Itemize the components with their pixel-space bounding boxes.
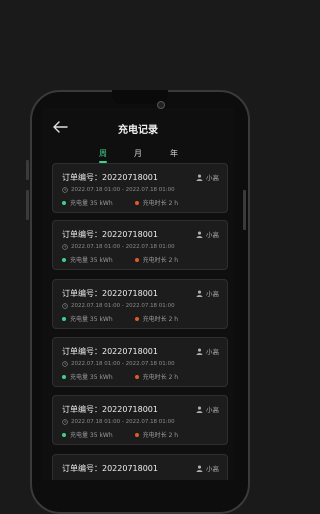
record-user: 小高 xyxy=(196,404,219,414)
user-name: 小高 xyxy=(206,231,219,239)
time-text: 2022.07.18 01:00 - 2022.07.18 01:00 xyxy=(71,303,175,309)
tab-month[interactable]: 月 xyxy=(134,148,142,159)
order-label: 订单编号： xyxy=(62,173,102,182)
duration-dot-icon xyxy=(134,200,139,205)
charge-stats: 充电量 35 kWh 充电时长 2 h xyxy=(62,198,178,207)
user-icon xyxy=(196,231,203,238)
duration-dot-icon xyxy=(134,257,139,262)
time-range: 2022.07.18 01:00 - 2022.07.18 01:00 xyxy=(62,303,175,309)
energy-text: 充电量 35 kWh xyxy=(70,374,113,381)
clock-icon xyxy=(62,361,68,367)
energy-text: 充电量 35 kWh xyxy=(70,316,113,323)
order-number: 订单编号：20220718001 xyxy=(62,404,158,415)
order-number: 订单编号：20220718001 xyxy=(62,172,158,183)
clock-icon xyxy=(62,303,68,309)
record-card[interactable]: 订单编号：20220718001 小高 2022.07.18 01:00 - 2… xyxy=(52,337,228,387)
charge-stats: 充电量 35 kWh 充电时长 2 h xyxy=(62,314,178,323)
time-range: 2022.07.18 01:00 - 2022.07.18 01:00 xyxy=(62,187,175,193)
tab-year[interactable]: 年 xyxy=(170,148,178,159)
user-name: 小高 xyxy=(206,290,219,298)
record-user: 小高 xyxy=(196,463,219,473)
record-user: 小高 xyxy=(196,288,219,298)
order-value: 20220718001 xyxy=(102,464,158,473)
user-name: 小高 xyxy=(206,465,219,473)
energy-dot-icon xyxy=(62,257,66,262)
record-card[interactable]: 订单编号：20220718001 小高 2022.07.18 01:00 - 2… xyxy=(52,163,228,213)
charge-stats: 充电量 35 kWh 充电时长 2 h xyxy=(62,372,178,381)
time-text: 2022.07.18 01:00 - 2022.07.18 01:00 xyxy=(71,419,175,425)
record-card[interactable]: 订单编号：20220718001 小高 2022.07.18 01:00 - 2… xyxy=(52,279,228,329)
clock-icon xyxy=(62,187,68,193)
phone-side-button xyxy=(26,190,29,220)
energy-text: 充电量 35 kWh xyxy=(70,257,113,264)
charge-stats: 充电量 35 kWh 充电时长 2 h xyxy=(62,255,178,264)
order-value: 20220718001 xyxy=(102,347,158,356)
order-label: 订单编号： xyxy=(62,347,102,356)
user-icon xyxy=(196,348,203,355)
duration-text: 充电时长 2 h xyxy=(142,257,179,264)
order-number: 订单编号：20220718001 xyxy=(62,288,158,299)
time-range: 2022.07.18 01:00 - 2022.07.18 01:00 xyxy=(62,361,175,367)
record-card[interactable]: 订单编号：20220718001 小高 2022.07.18 01:00 - 2… xyxy=(52,220,228,270)
time-range: 2022.07.18 01:00 - 2022.07.18 01:00 xyxy=(62,244,175,250)
duration-text: 充电时长 2 h xyxy=(142,200,179,207)
user-name: 小高 xyxy=(206,174,219,182)
phone-side-button xyxy=(243,190,246,230)
record-user: 小高 xyxy=(196,172,219,182)
energy-text: 充电量 35 kWh xyxy=(70,200,113,207)
duration-text: 充电时长 2 h xyxy=(142,316,179,323)
duration-text: 充电时长 2 h xyxy=(142,432,179,439)
clock-icon xyxy=(62,419,68,425)
duration-text: 充电时长 2 h xyxy=(142,374,179,381)
energy-dot-icon xyxy=(62,432,66,437)
record-user: 小高 xyxy=(196,346,219,356)
charge-stats: 充电量 35 kWh 充电时长 2 h xyxy=(62,430,178,439)
user-icon xyxy=(196,174,203,181)
order-number: 订单编号：20220718001 xyxy=(62,346,158,357)
record-user: 小高 xyxy=(196,229,219,239)
duration-dot-icon xyxy=(134,374,139,379)
energy-text: 充电量 35 kWh xyxy=(70,432,113,439)
order-label: 订单编号： xyxy=(62,405,102,414)
header: 充电记录 xyxy=(42,108,234,148)
order-number: 订单编号：20220718001 xyxy=(62,463,158,474)
order-label: 订单编号： xyxy=(62,289,102,298)
phone-side-button xyxy=(26,160,29,180)
order-label: 订单编号： xyxy=(62,230,102,239)
record-card[interactable]: 订单编号：20220718001 小高 2022.07.18 01:00 - 2… xyxy=(52,395,228,445)
order-value: 20220718001 xyxy=(102,230,158,239)
time-text: 2022.07.18 01:00 - 2022.07.18 01:00 xyxy=(71,361,175,367)
user-icon xyxy=(196,406,203,413)
user-name: 小高 xyxy=(206,406,219,414)
energy-dot-icon xyxy=(62,374,66,379)
app-screen: 充电记录 周 月 年 订单编号：20220718001 小高 2022.07.1… xyxy=(42,108,234,480)
tab-week[interactable]: 周 xyxy=(99,148,107,159)
camera-icon xyxy=(157,101,165,109)
duration-dot-icon xyxy=(134,316,139,321)
energy-dot-icon xyxy=(62,200,66,205)
duration-dot-icon xyxy=(134,432,139,437)
page-title: 充电记录 xyxy=(118,125,158,136)
clock-icon xyxy=(62,244,68,250)
order-number: 订单编号：20220718001 xyxy=(62,229,158,240)
user-name: 小高 xyxy=(206,348,219,356)
time-text: 2022.07.18 01:00 - 2022.07.18 01:00 xyxy=(71,244,175,250)
record-card[interactable]: 订单编号：20220718001 小高 xyxy=(52,454,228,480)
time-text: 2022.07.18 01:00 - 2022.07.18 01:00 xyxy=(71,187,175,193)
time-range: 2022.07.18 01:00 - 2022.07.18 01:00 xyxy=(62,419,175,425)
order-value: 20220718001 xyxy=(102,173,158,182)
order-value: 20220718001 xyxy=(102,405,158,414)
order-value: 20220718001 xyxy=(102,289,158,298)
energy-dot-icon xyxy=(62,316,66,321)
order-label: 订单编号： xyxy=(62,464,102,473)
user-icon xyxy=(196,465,203,472)
user-icon xyxy=(196,290,203,297)
